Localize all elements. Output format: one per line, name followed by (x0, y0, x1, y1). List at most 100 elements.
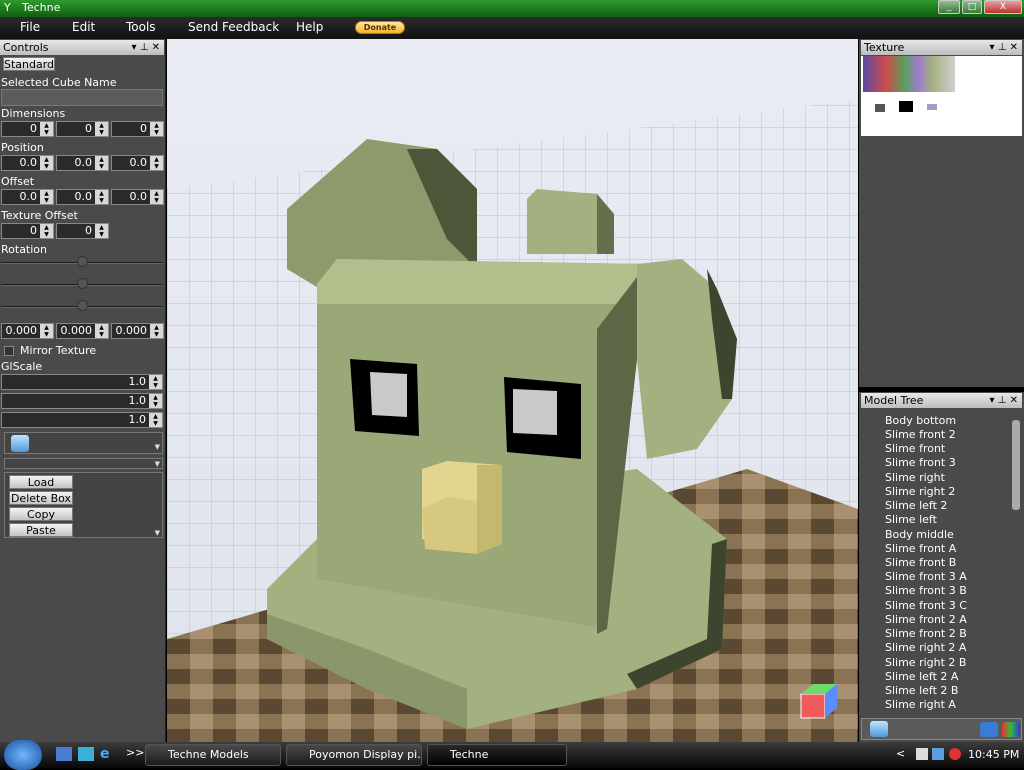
tree-item[interactable]: Slime right 2 (885, 485, 955, 498)
offset-x-field[interactable]: 0.0 ▲ ▼ (1, 189, 54, 205)
panel-pin-close-icons[interactable]: ▾ ⊥ ✕ (132, 40, 160, 55)
texture-preview[interactable] (861, 56, 1022, 136)
position-y-field[interactable]: 0.0 ▲ ▼ (56, 155, 109, 171)
tree-item[interactable]: Slime right 2 A (885, 641, 966, 654)
close-button[interactable]: X (984, 0, 1022, 14)
tree-item[interactable]: Slime front 3 A (885, 570, 967, 583)
rotation-z-thumb[interactable] (77, 300, 88, 311)
dimensions-label: Dimensions (1, 107, 66, 120)
standard-button[interactable]: Standard (3, 57, 55, 71)
tree-item[interactable]: Slime front 3 (885, 456, 956, 469)
glscale-x-field[interactable]: 1.0 ▲ ▼ (1, 374, 163, 390)
tree-item[interactable]: Slime front 3 C (885, 599, 967, 612)
volume-icon[interactable] (949, 748, 961, 760)
tree-item[interactable]: Slime left (885, 513, 937, 526)
toolbar-strip-2: ▼ (4, 458, 163, 469)
texture-title: Texture (864, 41, 905, 54)
tree-item[interactable]: Slime right A (885, 698, 956, 711)
color-icon[interactable] (1002, 722, 1020, 737)
selected-cube-label: Selected Cube Name (1, 76, 117, 89)
glscale-label: GlScale (1, 360, 43, 373)
internet-explorer-icon[interactable]: e (100, 746, 116, 762)
dimension-x-field[interactable]: 0 ▲ ▼ (1, 121, 54, 137)
rotation-x-thumb[interactable] (77, 256, 88, 267)
tree-item[interactable]: Slime front 2 A (885, 613, 967, 626)
mirror-texture-checkbox[interactable] (4, 346, 14, 356)
panel-pin-close-icons[interactable]: ▾ ⊥ ✕ (990, 40, 1018, 55)
tree-item[interactable]: Slime front 2 B (885, 627, 967, 640)
delete-box-button[interactable]: Delete Box (9, 491, 73, 505)
task-poyomon-display[interactable]: Poyomon Display pi... (286, 744, 422, 766)
toolbar-strip: ▼ (4, 432, 163, 454)
glscale-z-field[interactable]: 1.0 ▲ ▼ (1, 412, 163, 428)
donate-button[interactable]: Donate (355, 21, 405, 34)
offset-y-field[interactable]: 0.0 ▲ ▼ (56, 189, 109, 205)
load-texture-button[interactable]: Load Texture (9, 475, 73, 502)
texture-offset-y-field[interactable]: 0 ▲ ▼ (56, 223, 109, 239)
controls-title: Controls (3, 41, 49, 54)
copy-button[interactable]: Copy (9, 507, 73, 521)
paste-button[interactable]: Paste (9, 523, 73, 537)
3d-viewport[interactable] (167, 39, 858, 742)
selected-cube-input[interactable] (1, 89, 163, 106)
tree-item[interactable]: Slime left 2 (885, 499, 947, 512)
texture-header: Texture ▾ ⊥ ✕ (861, 40, 1022, 55)
tree-item[interactable]: Slime front (885, 442, 945, 455)
tree-item[interactable]: Slime right 2 B (885, 656, 966, 669)
offset-z-field[interactable]: 0.0 ▲ ▼ (111, 189, 164, 205)
texture-offset-label: Texture Offset (1, 209, 78, 222)
position-x-field[interactable]: 0.0 ▲ ▼ (1, 155, 54, 171)
start-button[interactable] (4, 740, 42, 770)
tree-item[interactable]: Slime front 2 (885, 428, 956, 441)
menu-file[interactable]: File (20, 20, 40, 34)
tree-item[interactable]: Body bottom (885, 414, 956, 427)
folder-icon[interactable] (980, 722, 998, 737)
network-icon[interactable] (932, 748, 944, 760)
tree-item[interactable]: Slime front 3 B (885, 584, 967, 597)
dimension-y-field[interactable]: 0 ▲ ▼ (56, 121, 109, 137)
rotation-x-field[interactable]: 0.000 ▲ ▼ (1, 323, 54, 339)
tree-scrollbar[interactable] (1012, 420, 1020, 510)
cube-icon[interactable] (11, 435, 29, 452)
tree-item[interactable]: Slime left 2 A (885, 670, 958, 683)
show-desktop-icon[interactable] (56, 747, 72, 761)
tree-item[interactable]: Slime right (885, 471, 945, 484)
switch-windows-icon[interactable] (78, 747, 94, 761)
task-techne-models[interactable]: Techne Models (145, 744, 281, 766)
task-techne[interactable]: Techne (427, 744, 567, 766)
menu-send-feedback[interactable]: Send Feedback (188, 20, 279, 34)
menu-tools[interactable]: Tools (126, 20, 156, 34)
overflow-icon[interactable]: ▼ (155, 460, 160, 468)
texture-atlas (863, 56, 955, 92)
texture-swatch (875, 104, 885, 112)
texture-swatch (927, 104, 937, 110)
clock[interactable]: 10:45 PM (968, 748, 1019, 761)
quick-launch-expand-icon[interactable]: >> (126, 746, 144, 759)
maximize-button[interactable]: □ (962, 0, 982, 14)
rotation-y-thumb[interactable] (77, 278, 88, 289)
model-tree-header: Model Tree ▾ ⊥ ✕ (861, 393, 1022, 408)
tree-item[interactable]: Slime front A (885, 542, 956, 555)
minimize-button[interactable]: _ (938, 0, 960, 14)
texture-panel: Texture ▾ ⊥ ✕ (859, 39, 1024, 387)
tree-item[interactable]: Slime left 2 B (885, 684, 958, 697)
menu-bar: File Edit Tools Send Feedback Help Donat… (0, 17, 1024, 39)
texture-swatch (899, 101, 913, 112)
texture-offset-x-field[interactable]: 0 ▲ ▼ (1, 223, 54, 239)
tree-item[interactable]: Body middle (885, 528, 954, 541)
menu-help[interactable]: Help (296, 20, 323, 34)
tray-expand-icon[interactable]: < (896, 747, 905, 760)
rotation-label: Rotation (1, 243, 48, 256)
overflow-icon[interactable]: ▼ (155, 529, 160, 537)
tray-icon[interactable] (916, 748, 928, 760)
panel-pin-close-icons[interactable]: ▾ ⊥ ✕ (990, 393, 1018, 408)
rotation-z-field[interactable]: 0.000 ▲ ▼ (111, 323, 164, 339)
position-z-field[interactable]: 0.0 ▲ ▼ (111, 155, 164, 171)
menu-edit[interactable]: Edit (72, 20, 95, 34)
rotation-y-field[interactable]: 0.000 ▲ ▼ (56, 323, 109, 339)
cube-icon[interactable] (870, 721, 888, 737)
dimension-z-field[interactable]: 0 ▲ ▼ (111, 121, 164, 137)
glscale-y-field[interactable]: 1.0 ▲ ▼ (1, 393, 163, 409)
tree-item[interactable]: Slime front B (885, 556, 956, 569)
overflow-icon[interactable]: ▼ (155, 443, 160, 451)
